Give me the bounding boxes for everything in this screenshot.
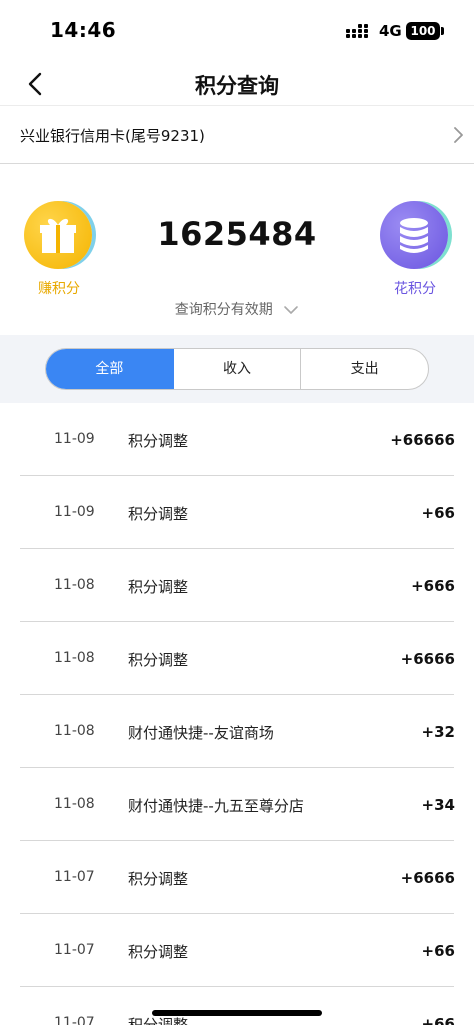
coin-stack-icon [400,218,428,253]
chevron-right-icon [454,127,463,143]
list-item[interactable]: 11-08 财付通快捷--友谊商场 +32 [0,695,474,768]
transaction-list: 11-09 积分调整 +66666 11-09 积分调整 +66 11-08 积… [0,403,474,1025]
spend-circle [380,201,448,269]
item-description: 积分调整 [128,943,189,961]
item-description: 积分调整 [128,505,189,523]
status-time: 14:46 [50,18,117,42]
points-summary: 赚积分 1625484 花积分 查询积分有效期 [0,175,474,335]
item-description: 积分调整 [128,651,189,669]
status-bar: 14:46 4G 100 [0,0,474,62]
spend-points-button[interactable]: 花积分 [380,201,452,297]
item-description: 积分调整 [128,578,189,596]
list-item[interactable]: 11-08 财付通快捷--九五至尊分店 +34 [0,768,474,841]
item-amount: +6666 [400,650,455,668]
item-description: 财付通快捷--九五至尊分店 [128,797,304,815]
tabs-container: 全部 收入 支出 [0,335,474,403]
network-label: 4G [379,22,402,40]
item-amount: +34 [421,796,455,814]
item-amount: +66 [421,942,455,960]
item-date: 11-09 [54,431,95,447]
chevron-down-icon [284,306,299,314]
tab-expense[interactable]: 支出 [301,349,428,389]
item-date: 11-08 [54,796,95,812]
nav-bar: 积分查询 [0,62,474,106]
list-item[interactable]: 11-09 积分调整 +66666 [0,403,474,476]
page-title: 积分查询 [195,74,279,98]
item-date: 11-07 [54,1015,95,1025]
list-item[interactable]: 11-07 积分调整 +6666 [0,841,474,914]
item-amount: +66666 [390,431,455,449]
item-date: 11-07 [54,869,95,885]
spend-points-label: 花积分 [394,281,436,297]
item-description: 财付通快捷--友谊商场 [128,724,274,742]
earn-points-label: 赚积分 [38,281,80,297]
battery-icon: 100 [406,22,440,40]
list-item[interactable]: 11-08 积分调整 +6666 [0,622,474,695]
item-amount: +6666 [400,869,455,887]
list-item[interactable]: 11-08 积分调整 +666 [0,549,474,622]
card-label: 兴业银行信用卡(尾号9231) [20,127,205,145]
tab-income[interactable]: 收入 [174,349,302,389]
item-amount: +66 [421,504,455,522]
item-amount: +32 [421,723,455,741]
list-item[interactable]: 11-07 积分调整 +66 [0,987,474,1025]
validity-query[interactable]: 查询积分有效期 [0,299,474,319]
item-date: 11-08 [54,577,95,593]
item-amount: +66 [421,1015,455,1025]
filter-tabs: 全部 收入 支出 [45,348,429,390]
item-amount: +666 [411,577,455,595]
item-description: 积分调整 [128,432,189,450]
item-date: 11-09 [54,504,95,520]
list-item[interactable]: 11-07 积分调整 +66 [0,914,474,987]
list-item[interactable]: 11-09 积分调整 +66 [0,476,474,549]
card-selector[interactable]: 兴业银行信用卡(尾号9231) [0,106,474,164]
home-indicator [152,1010,322,1016]
signal-icon [346,24,372,38]
item-date: 11-08 [54,650,95,666]
item-date: 11-08 [54,723,95,739]
battery-tip [441,27,444,35]
item-date: 11-07 [54,942,95,958]
tab-all[interactable]: 全部 [46,349,174,389]
validity-label: 查询积分有效期 [174,302,273,318]
item-description: 积分调整 [128,870,189,888]
